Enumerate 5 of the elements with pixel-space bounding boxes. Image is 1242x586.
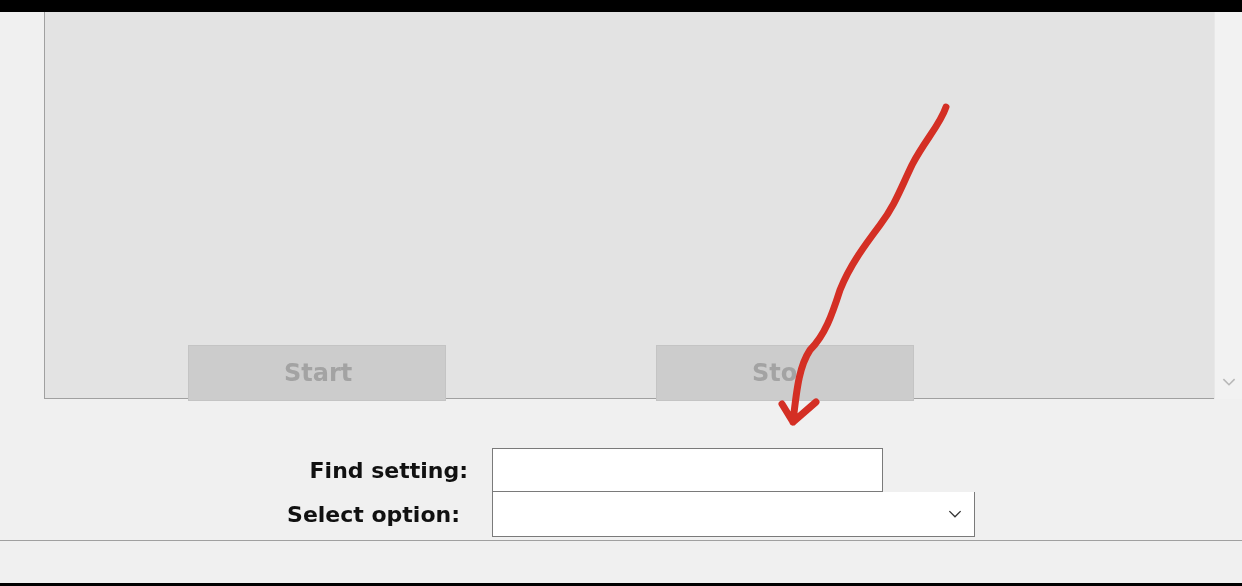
chevron-down-icon xyxy=(948,509,962,519)
search-field[interactable] xyxy=(492,448,883,492)
field-label: Find setting: xyxy=(308,457,469,483)
field-label: Select option: xyxy=(286,502,461,527)
option-dropdown[interactable] xyxy=(492,492,975,537)
